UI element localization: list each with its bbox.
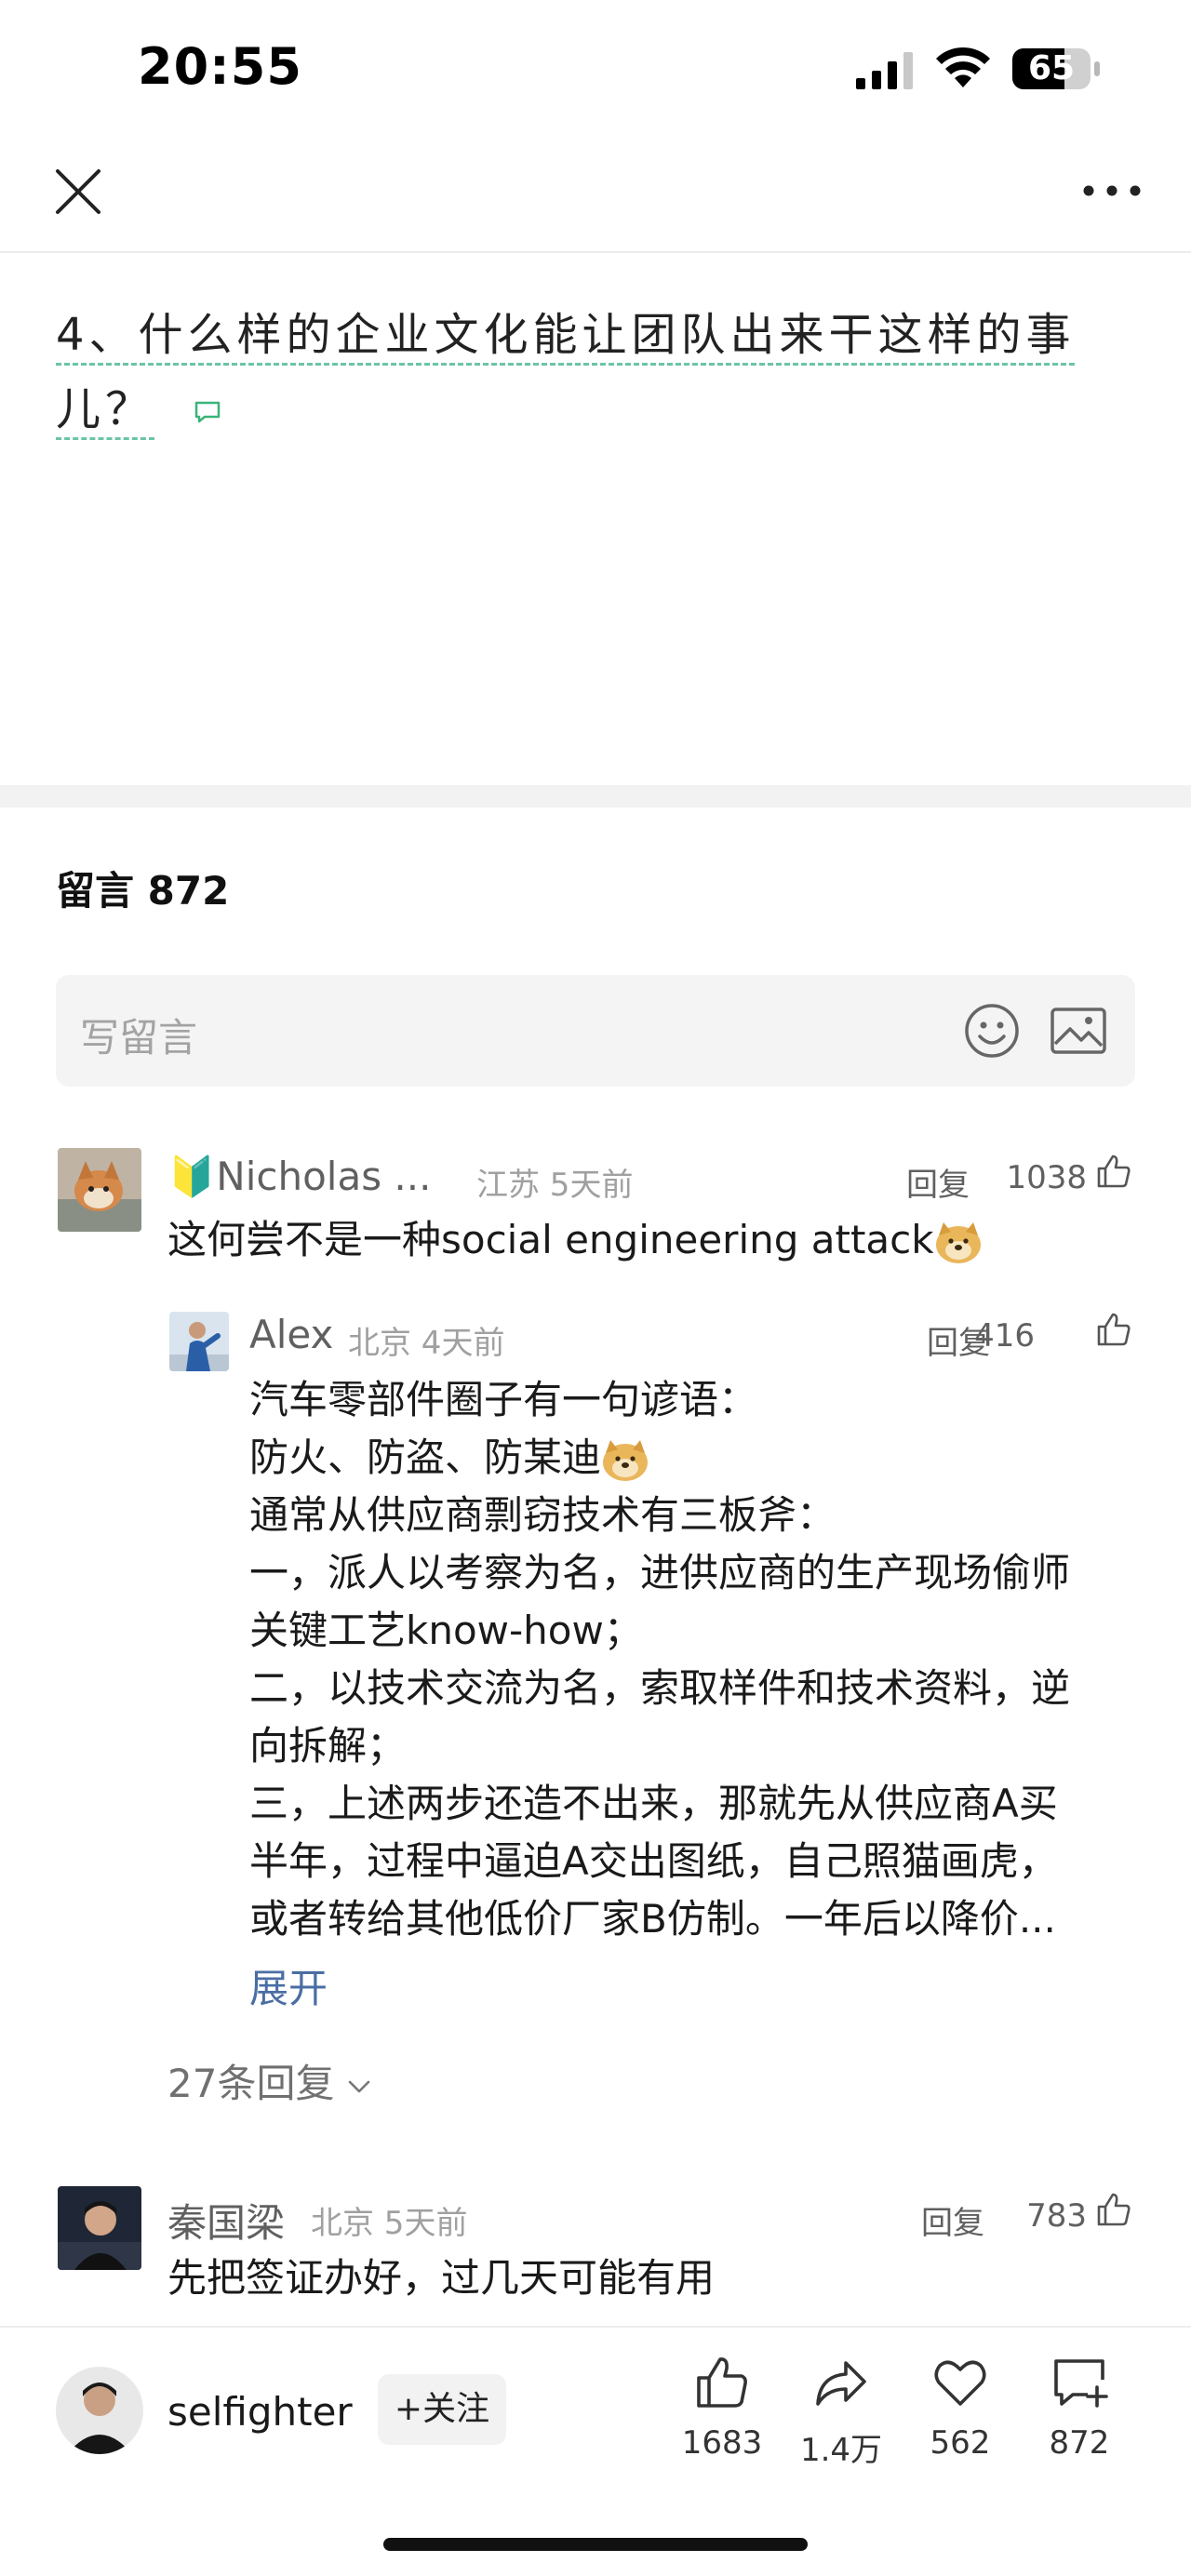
section-divider [0, 785, 1191, 808]
like-count: 783 [1026, 2197, 1087, 2235]
wifi-icon [936, 47, 990, 87]
avatar[interactable] [169, 1312, 229, 1371]
like-count: 1683 [681, 2424, 763, 2462]
article-body: 4、什么样的企业文化能让团队出来干这样的事 儿？ [0, 253, 1191, 785]
comment-author-name[interactable]: 秦国梁 [167, 2192, 285, 2249]
view-replies-button[interactable]: 27条回复 [167, 2052, 371, 2109]
expand-link[interactable]: 展开 [249, 1957, 328, 2014]
favorite-action[interactable]: 562 [904, 2354, 1016, 2462]
follow-button[interactable]: +关注 [378, 2374, 506, 2445]
comments-count-header: 留言 872 [56, 868, 230, 914]
reply-button[interactable]: 回复 [921, 2197, 984, 2243]
thumbs-up-icon[interactable] [1096, 1154, 1131, 1189]
thumbs-up-icon[interactable] [1096, 2192, 1131, 2227]
comment-line: 向拆解； [249, 1723, 407, 1768]
status-time: 20:55 [138, 37, 302, 96]
comment-line-text: 防火、防盗、防某迪 [249, 1435, 602, 1480]
article-line-1: 4、什么样的企业文化能让团队出来干这样的事 [56, 309, 1076, 361]
like-count: 1038 [1006, 1159, 1087, 1196]
avatar[interactable] [58, 1148, 141, 1232]
comment-add-icon [1054, 2359, 1108, 2408]
comment-line: 关键工艺know-how； [249, 1608, 643, 1653]
comment-meta: 北京 5天前 [311, 2205, 468, 2242]
comment-line: 三，上述两步还造不出来，那就先从供应商A买 [249, 1781, 1058, 1826]
write-comment-placeholder: 写留言 [80, 1015, 198, 1061]
comment-line: 防火、防盗、防某迪 [249, 1429, 1143, 1487]
battery-level: 65 [1027, 49, 1076, 87]
comment-line: 或者转给其他低价厂家B仿制。一年后以降价... [249, 1896, 1056, 1942]
battery-icon: 65 [1012, 48, 1102, 89]
comment-text-content: 这何尝不是一种social engineering attack [167, 1217, 934, 1262]
chevron-down-icon [349, 2080, 370, 2092]
share-action[interactable]: 1.4万 [785, 2354, 897, 2470]
heart-icon [934, 2360, 986, 2406]
share-count: 1.4万 [799, 2432, 883, 2469]
doge-emoji-icon [603, 1439, 649, 1481]
comment-line: 通常从供应商剽窃技术有三板斧： [249, 1492, 836, 1538]
write-comment-input[interactable]: 写留言 [56, 975, 1135, 1087]
close-icon[interactable] [52, 166, 104, 218]
comment-text: 先把签证办好，过几天可能有用 [167, 2255, 716, 2301]
more-icon[interactable] [1079, 177, 1144, 205]
comment-line: 汽车零部件圈子有一句谚语： [249, 1377, 758, 1422]
like-count: 416 [974, 1317, 1035, 1355]
top-nav [0, 140, 1191, 253]
home-indicator [383, 2538, 808, 2551]
avatar[interactable] [58, 2186, 141, 2270]
comment-meta: 北京 4天前 [348, 1325, 505, 1362]
thumbs-up-icon[interactable] [1096, 1312, 1131, 1347]
favorite-count: 562 [930, 2424, 991, 2462]
comment-action[interactable]: 872 [1024, 2354, 1135, 2462]
like-action[interactable]: 1683 [666, 2354, 778, 2462]
comment-count: 872 [1049, 2424, 1110, 2462]
thumbs-up-icon [697, 2357, 747, 2408]
emoji-icon[interactable] [962, 1001, 1022, 1061]
comment-meta: 江苏 5天前 [476, 1167, 634, 1204]
article-line-2: 儿？ [56, 383, 155, 435]
status-bar: 20:55 65 [0, 0, 1191, 140]
comment-author-name[interactable]: Alex [249, 1312, 333, 1357]
reply-button[interactable]: 回复 [906, 1159, 970, 1205]
article-paragraph: 4、什么样的企业文化能让团队出来干这样的事 儿？ [56, 298, 1144, 447]
comment-text: 这何尝不是一种social engineering attack [167, 1211, 983, 1269]
comment-line: 半年，过程中逼迫A交出图纸，自己照猫画虎， [249, 1838, 1058, 1884]
share-icon [816, 2361, 866, 2406]
inline-comment-icon[interactable] [194, 400, 221, 424]
comment-author-name[interactable]: 🔰Nicholas ... [167, 1154, 431, 1200]
comment-line: 二，以技术交流为名，索取样件和技术资料，逆 [249, 1665, 1071, 1711]
image-icon[interactable] [1050, 1005, 1107, 1057]
view-replies-label: 27条回复 [167, 2061, 335, 2106]
comment-line: 一，派人以考察为名，进供应商的生产现场偷师 [249, 1550, 1071, 1595]
signal-icon [856, 52, 913, 89]
author-name[interactable]: selfighter [167, 2389, 353, 2435]
comment-text: 汽车零部件圈子有一句谚语： 防火、防盗、防某迪 通常从供应商剽窃技术有三板斧： … [249, 1371, 1143, 1948]
doge-emoji-icon [935, 1221, 981, 1263]
author-avatar[interactable] [56, 2367, 143, 2454]
